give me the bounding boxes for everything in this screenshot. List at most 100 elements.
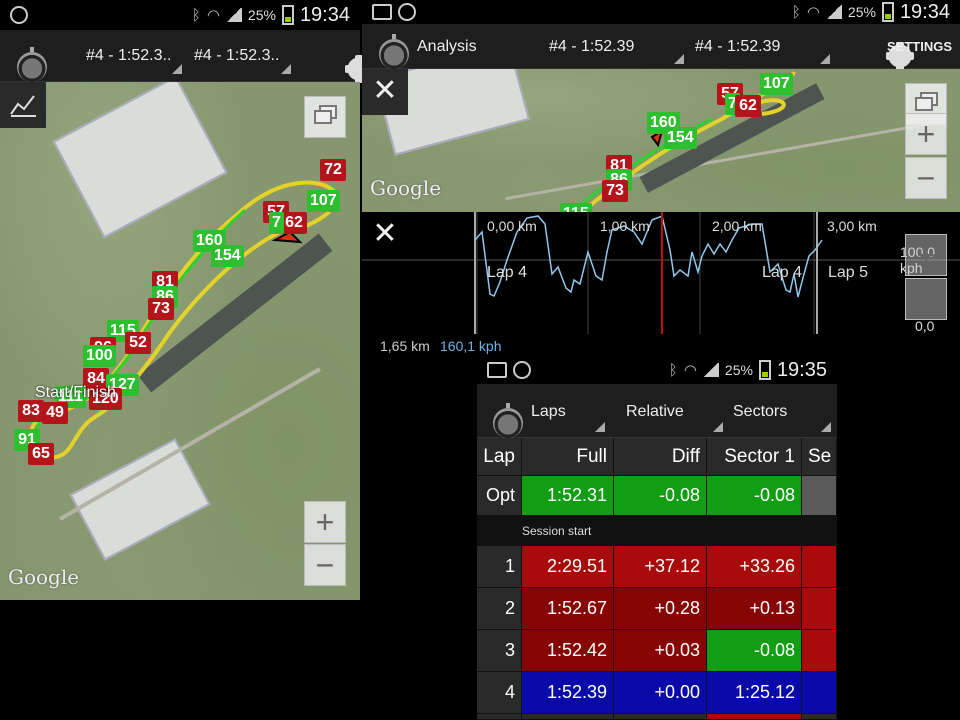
lap-spinner-2[interactable]: #4 - 1:52.3.. — [194, 47, 279, 65]
zoom-in-button[interactable]: + — [905, 113, 947, 155]
close-icon: ✕ — [372, 217, 398, 250]
right-map[interactable]: 107 57 7 62 160 154 81 86 73 115 ✕ + − G… — [362, 69, 960, 212]
map-marker[interactable]: 62 — [281, 212, 307, 234]
x-tick-label: 3,00 km — [827, 218, 877, 234]
header-full[interactable]: Full — [522, 438, 614, 476]
app-stopwatch-icon[interactable] — [17, 46, 47, 82]
map-marker[interactable]: 73 — [148, 298, 174, 320]
table-row[interactable]: 3 1:52.42 +0.03 -0.08 — [477, 630, 837, 672]
relative-spinner-arrow-icon — [713, 422, 723, 432]
bottom-status-bar: ᛒ ◠ 25% 19:35 — [477, 356, 837, 384]
header-sector-1[interactable]: Sector 1 — [707, 438, 802, 476]
table-row-partial — [477, 714, 837, 720]
left-status-bar: ᛒ ◠ 25% 19:34 — [0, 0, 360, 30]
chart-toggle-button[interactable] — [0, 82, 46, 128]
lap-spinner-1[interactable]: #4 - 1:52.3.. — [86, 47, 171, 65]
app-stopwatch-icon[interactable] — [493, 402, 523, 438]
map-marker[interactable]: 52 — [125, 332, 151, 354]
battery-icon — [881, 2, 894, 22]
map-marker[interactable]: 72 — [320, 159, 346, 181]
cell-sector-2 — [802, 630, 837, 672]
signal-icon — [702, 363, 719, 377]
cell-lap — [477, 714, 522, 720]
table-row[interactable]: 2 1:52.67 +0.28 +0.13 — [477, 588, 837, 630]
table-row-selected[interactable]: 4 1:52.39 +0.00 1:25.12 — [477, 672, 837, 714]
cell-full: 1:52.31 — [522, 476, 614, 516]
battery-percent: 25% — [847, 4, 876, 20]
layers-icon-back — [314, 110, 332, 124]
cell-sector-2 — [802, 672, 837, 714]
spinner-1-arrow-icon — [172, 64, 182, 74]
cell-diff — [614, 714, 707, 720]
start-finish-label: Start/Finish — [35, 384, 116, 401]
image-notification-icon — [487, 362, 507, 378]
map-marker[interactable]: 49 — [42, 402, 68, 424]
lap-times-table: Lap Full Diff Sector 1 Se Opt 1:52.31 -0… — [477, 438, 837, 720]
table-row[interactable]: 1 2:29.51 +37.12 +33.26 — [477, 546, 837, 588]
zoom-out-button[interactable]: − — [304, 544, 346, 586]
map-marker[interactable]: 83 — [18, 400, 44, 422]
map-marker[interactable]: 7 — [269, 212, 284, 234]
chart-zoom-out-button[interactable]: − — [905, 278, 947, 320]
cell-full: 1:52.39 — [522, 672, 614, 714]
lap-label: Lap 4 — [487, 264, 528, 281]
cell-diff: -0.08 — [614, 476, 707, 516]
battery-percent: 25% — [724, 362, 753, 378]
battery-icon — [758, 360, 771, 380]
map-marker[interactable]: 107 — [307, 190, 340, 212]
status-time: 19:34 — [899, 0, 950, 23]
bluetooth-icon: ᛒ — [191, 6, 201, 24]
map-marker[interactable]: 65 — [28, 443, 54, 465]
cell-sector-1: +33.26 — [707, 546, 802, 588]
map-layers-button[interactable] — [304, 96, 346, 138]
close-chart-button[interactable]: ✕ — [362, 212, 408, 258]
map-marker[interactable]: 154 — [211, 245, 244, 267]
whatsapp-icon — [10, 6, 28, 24]
map-marker[interactable]: 115 — [560, 203, 592, 212]
sectors-spinner[interactable]: Sectors — [733, 403, 787, 421]
bottom-action-bar: Laps Relative Sectors — [477, 384, 837, 438]
map-marker[interactable]: 73 — [602, 180, 628, 202]
whatsapp-icon — [513, 361, 531, 379]
left-action-bar: #4 - 1:52.3.. #4 - 1:52.3.. — [0, 30, 372, 83]
map-marker[interactable]: 154 — [664, 127, 697, 149]
google-attribution: Google — [370, 176, 442, 200]
settings-button[interactable]: SETTINGS — [887, 39, 952, 54]
y-min-label: 0,0 kph — [915, 318, 935, 334]
cell-sector-2 — [802, 588, 837, 630]
cell-sector-1: -0.08 — [707, 476, 802, 516]
cell-diff: +0.00 — [614, 672, 707, 714]
lap-spinner-1[interactable]: #4 - 1:52.39 — [549, 38, 634, 56]
cell-full: 2:29.51 — [522, 546, 614, 588]
cell-lap: 2 — [477, 588, 522, 630]
cell-lap: Opt — [477, 476, 522, 516]
cell-diff: +0.28 — [614, 588, 707, 630]
table-row-opt[interactable]: Opt 1:52.31 -0.08 -0.08 — [477, 476, 837, 516]
image-notification-icon — [372, 4, 392, 20]
map-marker[interactable]: 107 — [760, 73, 793, 95]
left-map[interactable]: 72 107 57 62 7 160 154 81 86 73 115 52 9… — [0, 82, 360, 600]
zoom-out-button[interactable]: − — [905, 157, 947, 199]
x-tick-label: 2,00 km — [712, 218, 762, 234]
cell-full — [522, 714, 614, 720]
map-marker[interactable]: 62 — [735, 95, 761, 117]
close-map-button[interactable]: ✕ — [362, 69, 408, 115]
bluetooth-icon: ᛒ — [668, 361, 678, 379]
cursor-distance: 1,65 km — [380, 338, 430, 354]
relative-spinner[interactable]: Relative — [626, 403, 684, 421]
app-stopwatch-icon[interactable] — [379, 34, 409, 69]
zoom-in-button[interactable]: + — [304, 501, 346, 543]
mode-spinner[interactable]: Laps — [531, 403, 566, 421]
screen-title[interactable]: Analysis — [417, 38, 477, 56]
map-marker[interactable]: 100 — [83, 345, 116, 367]
chart-line-icon — [10, 95, 36, 117]
header-lap[interactable]: Lap — [477, 438, 522, 476]
lap-spinner-2[interactable]: #4 - 1:52.39 — [695, 38, 780, 56]
header-diff[interactable]: Diff — [614, 438, 707, 476]
chart-zoom-in-button[interactable]: + — [905, 234, 947, 276]
header-sector-2[interactable]: Se — [802, 438, 837, 476]
status-time: 19:34 — [299, 3, 350, 26]
speed-chart[interactable]: ✕ 0,00 km 1,00 km 2,00 km 3,00 km 100,0 … — [362, 212, 960, 334]
spinner-1-arrow-icon — [674, 54, 684, 64]
chart-footer: 1,65 km 160,1 kph — [362, 334, 960, 356]
